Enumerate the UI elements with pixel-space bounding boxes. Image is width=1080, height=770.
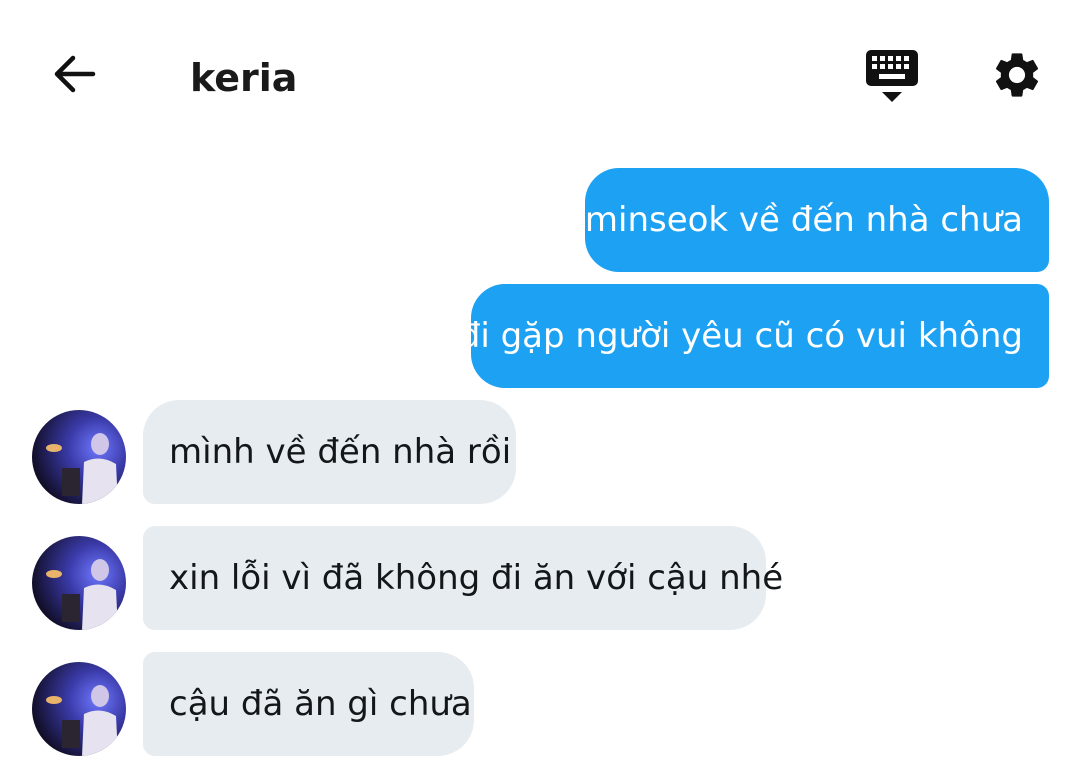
conversation-header: keria xyxy=(0,0,1080,150)
received-message-bubble[interactable]: cậu đã ăn gì chưa xyxy=(143,652,474,756)
message-text: mình về đến nhà rồi xyxy=(169,432,512,472)
conversation-title: keria xyxy=(190,56,298,100)
keyboard-hide-icon xyxy=(866,50,918,102)
message-text: minseok về đến nhà chưa xyxy=(584,200,1023,240)
arrow-left-icon xyxy=(54,55,96,93)
sent-message-bubble[interactable]: đi gặp người yêu cũ có vui không xyxy=(459,284,1049,388)
avatar[interactable] xyxy=(32,662,126,756)
message-text: cậu đã ăn gì chưa xyxy=(169,684,472,724)
keyboard-toggle-button[interactable] xyxy=(862,46,922,106)
received-message-bubble[interactable]: mình về đến nhà rồi xyxy=(143,400,516,504)
message-text: đi gặp người yêu cũ có vui không xyxy=(458,316,1023,356)
avatar[interactable] xyxy=(32,410,126,504)
message-text: xin lỗi vì đã không đi ăn với cậu nhé xyxy=(169,558,784,598)
sent-message-bubble[interactable]: minseok về đến nhà chưa xyxy=(585,168,1049,272)
back-button[interactable] xyxy=(46,48,102,100)
avatar[interactable] xyxy=(32,536,126,630)
gear-icon xyxy=(995,53,1039,97)
received-message-bubble[interactable]: xin lỗi vì đã không đi ăn với cậu nhé xyxy=(143,526,783,630)
settings-button[interactable] xyxy=(986,44,1048,106)
